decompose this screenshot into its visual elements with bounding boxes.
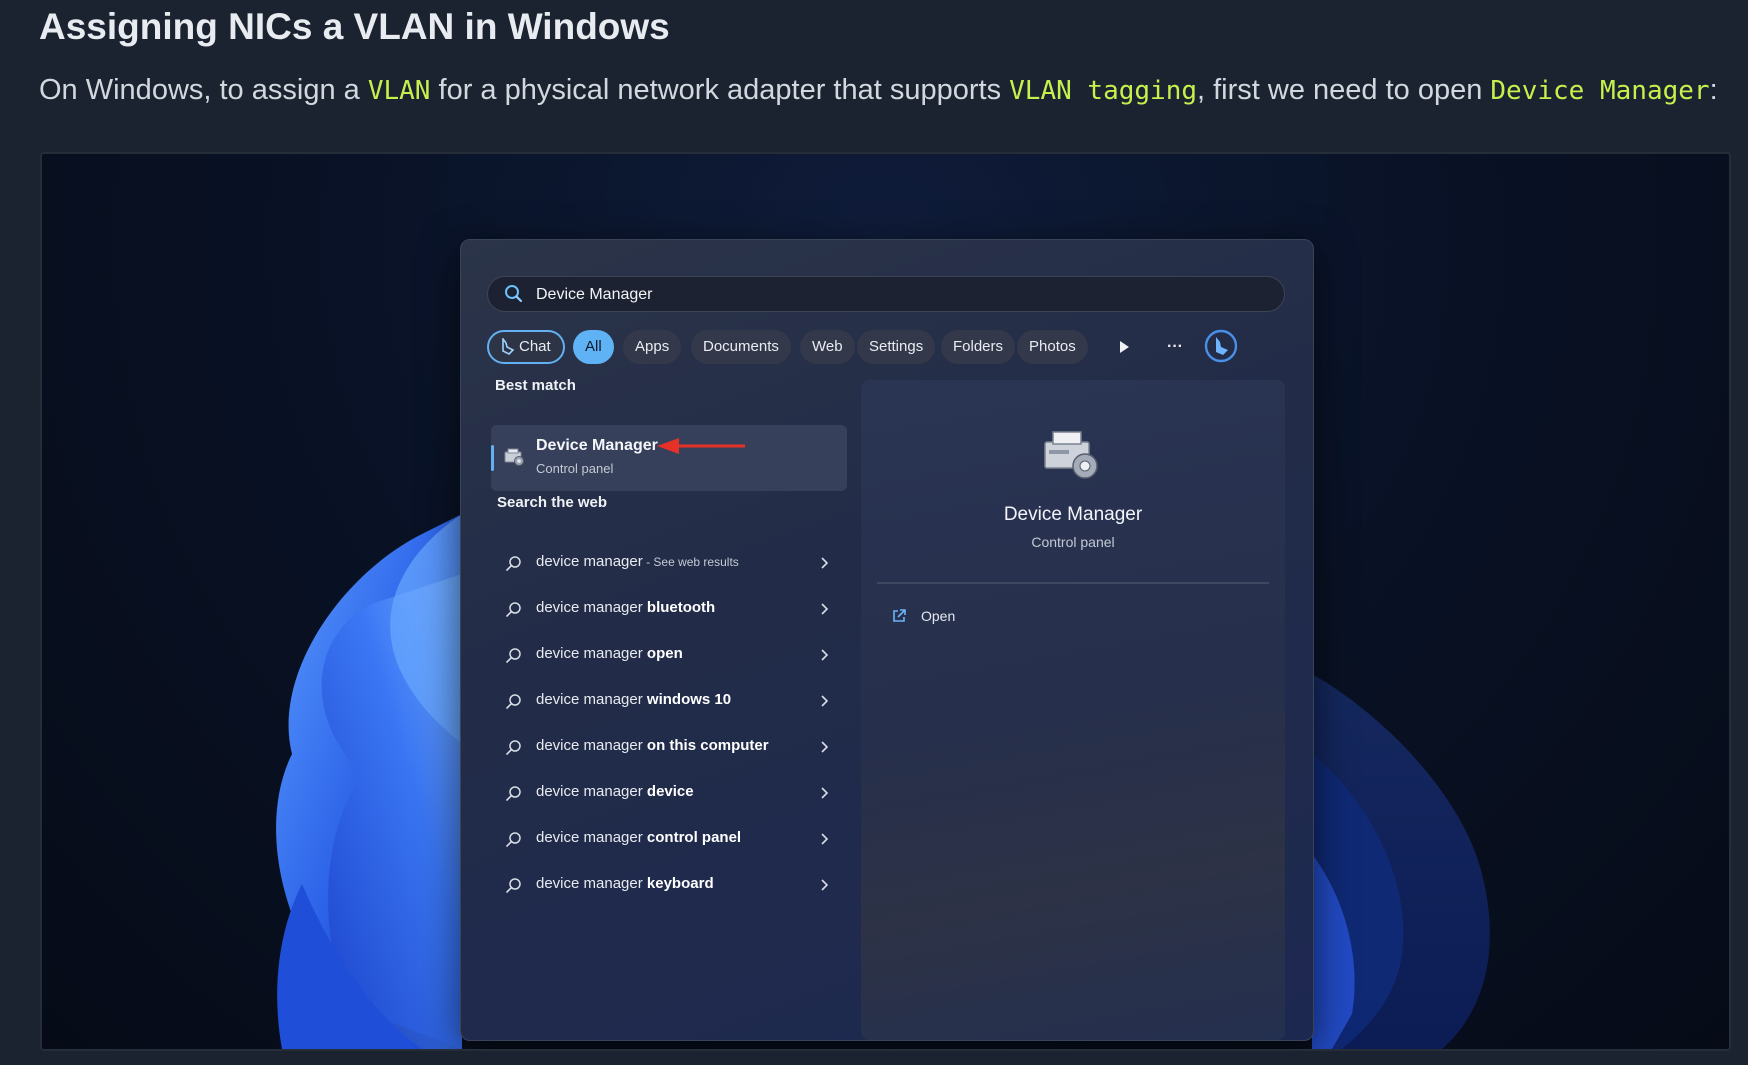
chevron-right-icon xyxy=(821,557,829,569)
play-icon xyxy=(1120,341,1129,353)
best-match-heading: Best match xyxy=(495,377,576,394)
red-arrow-annotation xyxy=(657,438,745,454)
result-prefix: device manager xyxy=(536,645,647,662)
web-result-text: device manager keyboard xyxy=(536,875,714,892)
result-bold: open xyxy=(646,645,683,662)
detail-pane: Device Manager Control panel Open xyxy=(861,380,1285,1040)
chip-photos[interactable]: Photos xyxy=(1017,330,1088,364)
chips-scroll-button[interactable] xyxy=(1117,330,1131,364)
code-vlan: VLAN xyxy=(367,76,431,106)
detail-sub: Control panel xyxy=(1031,534,1115,550)
web-result-text: device manager - See web results xyxy=(536,553,739,570)
search-icon xyxy=(506,602,521,617)
intro-text-4: : xyxy=(1709,74,1718,106)
web-results-list: device manager - See web results device … xyxy=(491,540,847,908)
web-result-item[interactable]: device manager on this computer xyxy=(491,724,847,770)
page-title: Assigning NICs a VLAN in Windows xyxy=(39,6,670,47)
web-result-text: device manager device xyxy=(536,783,694,800)
web-result-text: device manager on this computer xyxy=(536,737,769,754)
chevron-right-icon xyxy=(821,695,829,707)
result-bold: keyboard xyxy=(646,875,714,892)
result-prefix: device manager xyxy=(536,829,647,846)
result-prefix: device manager xyxy=(536,691,647,708)
chip-apps[interactable]: Apps xyxy=(623,330,682,364)
chevron-right-icon xyxy=(821,787,829,799)
best-match-item[interactable]: Device Manager Control panel xyxy=(491,425,847,491)
best-match-sub: Control panel xyxy=(536,461,614,476)
chevron-right-icon xyxy=(821,649,829,661)
result-prefix: device manager xyxy=(536,875,647,892)
windows-search-panel: Chat All Apps Documents Web Settings Fol… xyxy=(460,239,1314,1041)
screenshot-frame: Chat All Apps Documents Web Settings Fol… xyxy=(40,152,1731,1051)
intro-text-2: for a physical network adapter that supp… xyxy=(430,74,1010,106)
open-label: Open xyxy=(921,608,956,624)
web-result-text: device manager bluetooth xyxy=(536,599,715,616)
search-icon xyxy=(506,832,521,847)
web-result-text: device manager open xyxy=(536,645,683,662)
chip-documents[interactable]: Documents xyxy=(691,330,791,364)
code-device-manager: Device Manager xyxy=(1490,76,1710,106)
bing-icon xyxy=(502,338,515,356)
search-web-heading: Search the web xyxy=(497,494,608,511)
chip-web[interactable]: Web xyxy=(800,330,855,364)
bing-logo-icon xyxy=(1204,329,1238,363)
chip-settings[interactable]: Settings xyxy=(857,330,936,364)
detail-divider xyxy=(877,582,1269,584)
web-result-item[interactable]: device manager - See web results xyxy=(491,540,847,586)
web-result-text: device manager control panel xyxy=(536,829,741,846)
more-options-button[interactable]: ··· xyxy=(1167,330,1183,364)
web-result-item[interactable]: device manager device xyxy=(491,770,847,816)
web-result-item[interactable]: device manager control panel xyxy=(491,816,847,862)
web-result-text: device manager windows 10 xyxy=(536,691,731,708)
result-bold: bluetooth xyxy=(646,599,716,616)
search-icon xyxy=(505,285,523,303)
result-bold: on this computer xyxy=(646,737,769,754)
chip-chat[interactable]: Chat xyxy=(487,330,565,364)
chip-all[interactable]: All xyxy=(573,330,614,364)
search-box[interactable] xyxy=(487,276,1285,312)
chevron-right-icon xyxy=(821,879,829,891)
search-icon xyxy=(506,786,521,801)
search-icon xyxy=(506,878,521,893)
search-input[interactable] xyxy=(534,283,1238,307)
search-icon xyxy=(506,740,521,755)
web-result-item[interactable]: device manager open xyxy=(491,632,847,678)
chevron-right-icon xyxy=(821,741,829,753)
result-prefix: device manager xyxy=(536,599,647,616)
result-bold: device xyxy=(646,783,694,800)
result-bold: control panel xyxy=(646,829,742,846)
search-icon xyxy=(506,648,521,663)
best-match-name: Device Manager xyxy=(536,437,658,454)
chip-folders[interactable]: Folders xyxy=(941,330,1016,364)
intro-paragraph: On Windows, to assign a VLAN for a physi… xyxy=(39,74,1718,107)
detail-name: Device Manager xyxy=(1003,504,1143,525)
code-vlan-tagging: VLAN tagging xyxy=(1009,76,1197,106)
chip-chat-label: Chat xyxy=(519,338,551,355)
article: Assigning NICs a VLAN in Windows On Wind… xyxy=(0,0,1748,1065)
result-prefix: device manager xyxy=(536,553,643,570)
intro-text-1: On Windows, to assign a xyxy=(39,74,368,106)
search-icon xyxy=(506,694,521,709)
open-external-icon xyxy=(893,609,906,622)
result-bold: windows 10 xyxy=(646,691,732,708)
chevron-right-icon xyxy=(821,833,829,845)
device-manager-icon xyxy=(1044,431,1098,479)
result-prefix: device manager xyxy=(536,783,647,800)
selection-indicator xyxy=(491,445,494,471)
chevron-right-icon xyxy=(821,603,829,615)
bing-button[interactable] xyxy=(1203,328,1239,363)
intro-text-3: , first we need to open xyxy=(1197,74,1491,106)
device-manager-icon xyxy=(504,448,524,466)
result-suffix: - See web results xyxy=(642,555,739,569)
web-result-item[interactable]: device manager windows 10 xyxy=(491,678,847,724)
web-result-item[interactable]: device manager keyboard xyxy=(491,862,847,908)
result-prefix: device manager xyxy=(536,737,647,754)
filter-chips: Chat All Apps Documents Web Settings Fol… xyxy=(487,328,1287,368)
web-result-item[interactable]: device manager bluetooth xyxy=(491,586,847,632)
search-icon xyxy=(506,556,521,571)
